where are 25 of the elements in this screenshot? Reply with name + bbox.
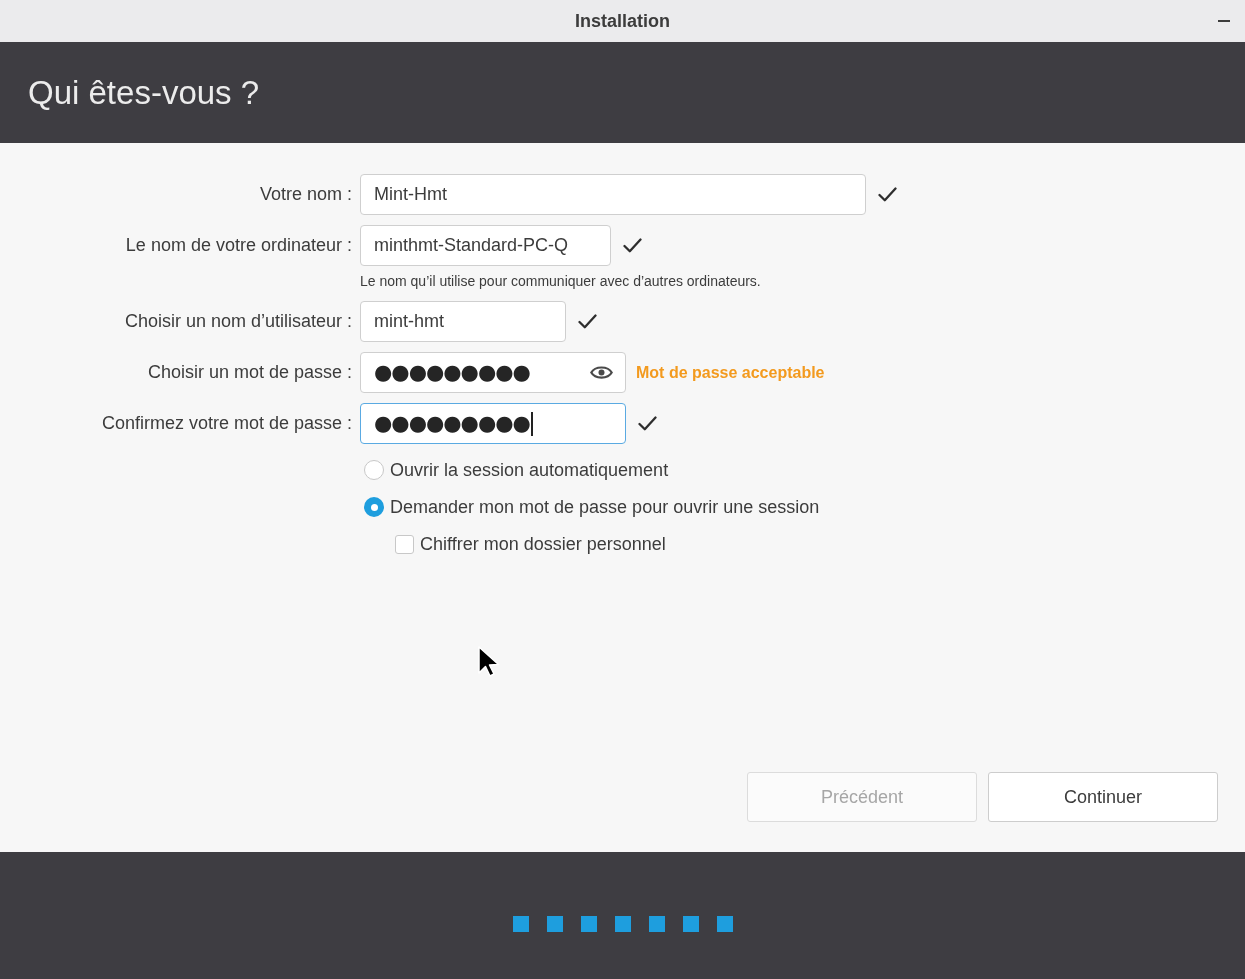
field-label: Le nom de votre ordinateur : — [124, 234, 352, 257]
window-title: Installation — [575, 9, 670, 33]
radio-button[interactable] — [364, 497, 384, 517]
field-label: Confirmez votre mot de passe : — [100, 412, 352, 435]
page-title: Qui êtes-vous ? — [28, 72, 260, 113]
text-field[interactable]: mint-hmt — [360, 301, 566, 342]
text-cursor-icon — [530, 411, 533, 436]
password-strength-text: Mot de passe acceptable — [636, 362, 825, 383]
text-field[interactable]: minthmt-Standard-PC-Q — [360, 225, 611, 266]
radio-label[interactable]: Ouvrir la session automatiquement — [390, 456, 669, 484]
field-hint: Le nom qu’il utilise pour communiquer avec d’autres ordinateurs. — [360, 272, 762, 291]
field-label: Votre nom : — [258, 183, 352, 206]
text-field[interactable]: Mint-Hmt — [360, 174, 866, 215]
field-label: Choisir un mot de passe : — [146, 361, 352, 384]
text-field[interactable]: ●●●●●●●●● — [360, 403, 626, 444]
text-field[interactable]: ●●●●●●●●● — [360, 352, 626, 393]
radio-label[interactable]: Demander mon mot de passe pour ouvrir une session — [390, 493, 820, 521]
checkbox-label[interactable]: Chiffrer mon dossier personnel — [420, 530, 666, 558]
mouse-pointer-icon — [477, 645, 501, 678]
minimize-icon[interactable] — [1218, 20, 1230, 22]
field-label: Choisir un nom d’utilisateur : — [123, 310, 352, 333]
eye-icon[interactable] — [590, 365, 613, 380]
checkbox[interactable] — [395, 534, 414, 554]
radio-button[interactable] — [364, 460, 384, 480]
nav-button[interactable]: Continuer — [988, 772, 1218, 822]
